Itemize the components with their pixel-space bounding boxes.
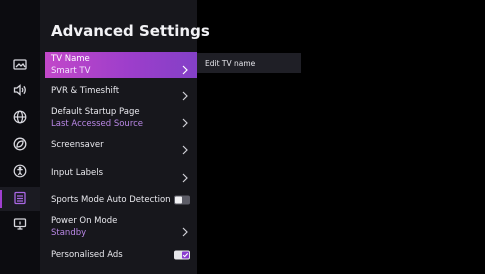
accessibility-icon <box>13 163 27 182</box>
menu-item-input-labels[interactable]: Input Labels <box>45 162 197 184</box>
sound-icon <box>13 82 27 101</box>
rail-item-eco[interactable] <box>0 133 40 157</box>
menu-item-sports-mode[interactable]: Sports Mode Auto Detection <box>45 189 197 211</box>
rail-item-accessibility[interactable] <box>0 160 40 184</box>
network-icon <box>13 109 27 128</box>
chevron-right-icon <box>181 86 189 101</box>
system-icon <box>13 216 27 235</box>
menu-item-power-on-mode[interactable]: Power On Mode Standby <box>45 213 197 241</box>
toggle-knob <box>175 196 182 204</box>
rail-item-sound[interactable] <box>0 79 40 103</box>
submenu-item-edit-tv-name[interactable]: Edit TV name <box>205 59 255 68</box>
chevron-right-icon <box>181 168 189 183</box>
advanced-settings-panel: Advanced Settings TV Name Smart TV PVR &… <box>40 0 210 274</box>
picture-icon <box>13 57 27 76</box>
menu-item-tv-name[interactable]: TV Name Smart TV <box>45 52 197 78</box>
menu-item-personalised-ads[interactable]: Personalised Ads <box>45 244 197 266</box>
menu-item-label: PVR & Timeshift <box>51 86 120 96</box>
rail-item-system[interactable] <box>0 213 40 237</box>
menu-item-screensaver[interactable]: Screensaver <box>45 134 197 156</box>
chevron-right-icon <box>181 113 189 128</box>
menu-item-value: Standby <box>51 228 87 238</box>
page-title: Advanced Settings <box>51 22 210 40</box>
menu-item-pvr-timeshift[interactable]: PVR & Timeshift <box>45 80 197 102</box>
menu-item-label: TV Name <box>51 54 90 64</box>
general-settings-icon <box>13 190 27 209</box>
menu-item-default-startup-page[interactable]: Default Startup Page Last Accessed Sourc… <box>45 104 197 132</box>
sports-mode-toggle[interactable] <box>174 195 190 205</box>
rail-item-general[interactable] <box>0 187 40 211</box>
menu-item-label: Screensaver <box>51 140 104 150</box>
menu-item-label: Input Labels <box>51 168 104 178</box>
chevron-right-icon <box>181 60 189 75</box>
category-rail <box>0 0 40 274</box>
menu-item-value: Last Accessed Source <box>51 119 144 129</box>
rail-item-picture[interactable] <box>0 54 40 78</box>
tv-settings-screen: Advanced Settings TV Name Smart TV PVR &… <box>0 0 485 274</box>
personalised-ads-toggle[interactable] <box>174 250 190 260</box>
tv-name-submenu: Edit TV name <box>197 53 301 73</box>
chevron-right-icon <box>181 222 189 237</box>
menu-item-value: Smart TV <box>51 66 91 76</box>
eco-icon <box>13 136 27 155</box>
check-icon <box>182 251 189 259</box>
menu-item-label: Power On Mode <box>51 216 118 226</box>
chevron-right-icon <box>181 140 189 155</box>
menu-item-label: Default Startup Page <box>51 107 140 117</box>
rail-item-network[interactable] <box>0 106 40 130</box>
